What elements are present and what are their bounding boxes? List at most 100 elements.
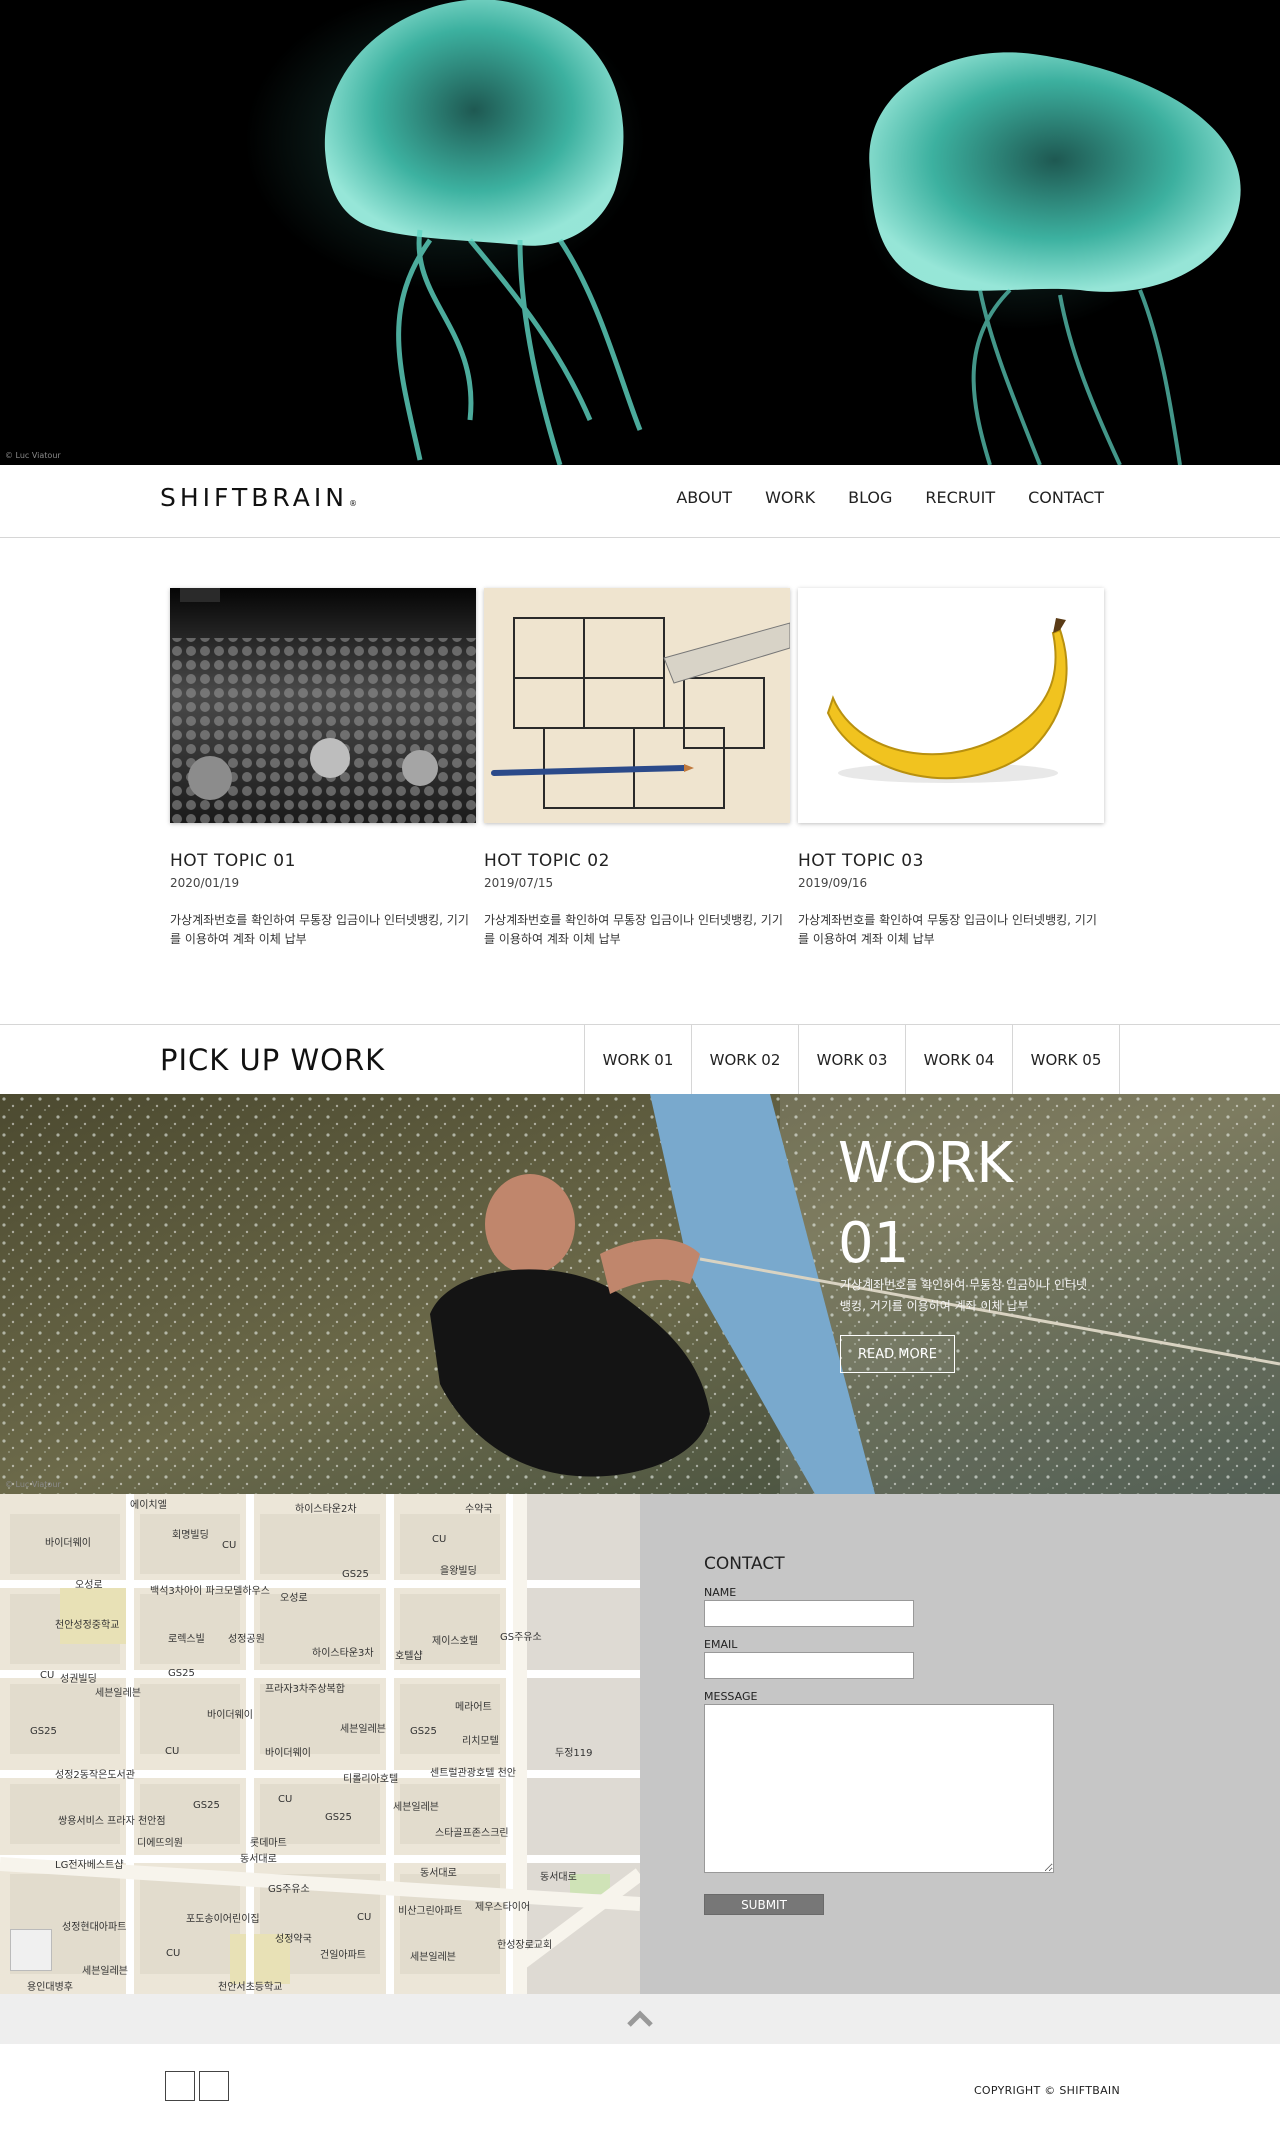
topic-card-1[interactable]: HOT TOPIC 01 2020/01/19 가상계좌번호를 확인하여 무통장… bbox=[170, 588, 476, 949]
tab-work-01[interactable]: WORK 01 bbox=[585, 1025, 692, 1095]
topic-text: 가상계좌번호를 확인하여 무통장 입금이나 인터넷뱅킹, 기기를 이용하여 계좌… bbox=[170, 913, 469, 946]
nav-blog[interactable]: BLOG bbox=[848, 488, 892, 507]
read-more-button[interactable]: READ MORE bbox=[840, 1335, 955, 1373]
jellyfish-image bbox=[0, 0, 1280, 465]
map-label: LG전자베스트샵 bbox=[55, 1860, 124, 1871]
topic-title[interactable]: HOT TOPIC 02 bbox=[484, 851, 790, 871]
map-label: 수약국 bbox=[465, 1504, 493, 1515]
contact-title: CONTACT bbox=[704, 1554, 785, 1574]
social-icon-2[interactable] bbox=[199, 2071, 229, 2101]
map-label: 바이더웨이 bbox=[45, 1538, 91, 1549]
name-input[interactable] bbox=[704, 1600, 914, 1627]
map-label: 성정2동작은도서관 bbox=[55, 1770, 135, 1781]
name-label: NAME bbox=[704, 1586, 737, 1599]
map-label: 롯데마트 bbox=[250, 1838, 287, 1849]
topic-image-crowd[interactable] bbox=[170, 588, 476, 823]
topic-text: 가상계좌번호를 확인하여 무통장 입금이나 인터넷뱅킹, 기기를 이용하여 계좌… bbox=[798, 913, 1097, 946]
site-header: SHIFTBRAIN® ABOUT WORK BLOG RECRUIT CONT… bbox=[0, 465, 1280, 538]
logo-text: SHIFTBRAIN bbox=[160, 483, 348, 512]
map-label: 세븐일레븐 bbox=[340, 1724, 386, 1735]
email-input[interactable] bbox=[704, 1652, 914, 1679]
map-label: 쌍용서비스 프라자 천안점 bbox=[58, 1816, 166, 1827]
map-label: CU bbox=[40, 1670, 55, 1681]
map-label: 호텔샵 bbox=[395, 1651, 423, 1662]
site-footer: COPYRIGHT © SHIFTBAIN bbox=[0, 2044, 1280, 2145]
work-title: WORK 01 bbox=[838, 1124, 1098, 1284]
topic-card-2[interactable]: HOT TOPIC 02 2019/07/15 가상계좌번호를 확인하여 무통장… bbox=[484, 588, 790, 949]
map-label: 제이스호텔 bbox=[432, 1636, 478, 1647]
map-label: 리치모텔 bbox=[462, 1736, 499, 1747]
map-label: 디에뜨의원 bbox=[137, 1838, 183, 1849]
logo-mark: ® bbox=[348, 499, 357, 508]
map-label: CU bbox=[165, 1746, 180, 1757]
map-label: 성정약국 bbox=[275, 1934, 312, 1945]
topic-image-blueprint[interactable] bbox=[484, 588, 790, 823]
map-label: 회명빌딩 bbox=[172, 1530, 209, 1541]
topic-date: 2020/01/19 bbox=[170, 876, 240, 890]
submit-button[interactable]: SUBMIT bbox=[704, 1894, 824, 1915]
map-label: 세븐일레븐 bbox=[95, 1688, 141, 1699]
map-label: 오성로 bbox=[280, 1593, 308, 1604]
nav-recruit[interactable]: RECRUIT bbox=[925, 488, 995, 507]
tab-work-02[interactable]: WORK 02 bbox=[692, 1025, 799, 1095]
photo-credit: © Luc Viatour bbox=[5, 1480, 61, 1489]
work-description: 가상계좌번호를 확인하여 무통장 입금이나 인터넷뱅킹, 기기를 이용하여 계좌… bbox=[840, 1278, 1088, 1313]
map-label: 비산그린아파트 bbox=[398, 1906, 463, 1917]
map-label: CU bbox=[166, 1948, 181, 1959]
map-label: GS주유소 bbox=[268, 1884, 310, 1895]
map-label: 을왕빌딩 bbox=[440, 1566, 477, 1577]
nav-work[interactable]: WORK bbox=[765, 488, 815, 507]
back-to-top-button[interactable] bbox=[0, 1994, 1280, 2044]
topic-image-banana[interactable] bbox=[798, 588, 1104, 823]
location-map[interactable]: 에이치엘 하이스타운2차 수약국 바이더웨이 회명빌딩 CU CU 오성로 백석… bbox=[0, 1494, 640, 1994]
copyright: COPYRIGHT © SHIFTBAIN bbox=[973, 2084, 1120, 2097]
map-label: 용인대병후 bbox=[27, 1982, 73, 1993]
work-tabs: WORK 01 WORK 02 WORK 03 WORK 04 WORK 05 bbox=[584, 1025, 1120, 1095]
map-label: CU bbox=[357, 1912, 372, 1923]
map-label: GS25 bbox=[410, 1726, 437, 1737]
work-title-line-1: WORK bbox=[838, 1131, 1014, 1196]
map-label: GS25 bbox=[342, 1569, 369, 1580]
main-nav: ABOUT WORK BLOG RECRUIT CONTACT bbox=[676, 488, 1104, 507]
contact-form: CONTACT NAME EMAIL MESSAGE SUBMIT bbox=[640, 1494, 1280, 1994]
topic-title[interactable]: HOT TOPIC 01 bbox=[170, 851, 476, 871]
hero-banner: © Luc Viatour bbox=[0, 0, 1280, 465]
map-label: 바이더웨이 bbox=[207, 1710, 253, 1721]
logo[interactable]: SHIFTBRAIN® bbox=[160, 483, 357, 512]
map-label: GS25 bbox=[193, 1800, 220, 1811]
map-label: 프라자3차주상복합 bbox=[265, 1684, 345, 1695]
map-label: 하이스타운2차 bbox=[295, 1504, 357, 1515]
chevron-up-icon bbox=[627, 2010, 653, 2027]
topic-title[interactable]: HOT TOPIC 03 bbox=[798, 851, 1104, 871]
message-textarea[interactable] bbox=[704, 1704, 1054, 1873]
map-label: 티롤리아호텔 bbox=[343, 1774, 399, 1785]
map-label: 동서대로 bbox=[420, 1868, 457, 1879]
email-label: EMAIL bbox=[704, 1638, 738, 1651]
map-label: 건일아파트 bbox=[320, 1950, 366, 1961]
map-label: 바이더웨이 bbox=[265, 1748, 311, 1759]
map-label: 하이스타운3차 bbox=[312, 1648, 374, 1659]
nav-about[interactable]: ABOUT bbox=[676, 488, 732, 507]
map-label: 성정공원 bbox=[228, 1634, 265, 1645]
map-label: 동서대로 bbox=[540, 1872, 577, 1883]
map-control-button[interactable] bbox=[10, 1929, 52, 1971]
tab-work-03[interactable]: WORK 03 bbox=[799, 1025, 906, 1095]
map-label: GS주유소 bbox=[500, 1632, 542, 1643]
map-label: 로렉스빌 bbox=[168, 1634, 205, 1645]
map-label: 한성장로교회 bbox=[497, 1940, 553, 1951]
tab-work-05[interactable]: WORK 05 bbox=[1013, 1025, 1120, 1095]
topic-card-3[interactable]: HOT TOPIC 03 2019/09/16 가상계좌번호를 확인하여 무통장… bbox=[798, 588, 1104, 949]
map-label: 성권빌딩 bbox=[60, 1674, 97, 1685]
topic-text: 가상계좌번호를 확인하여 무통장 입금이나 인터넷뱅킹, 기기를 이용하여 계좌… bbox=[484, 913, 783, 946]
map-label: 제우스타이어 bbox=[475, 1902, 531, 1913]
map-label: 메라어트 bbox=[455, 1702, 492, 1713]
tab-work-04[interactable]: WORK 04 bbox=[906, 1025, 1013, 1095]
map-label: 백석3차아이 파크모델하우스 bbox=[150, 1586, 270, 1597]
work-title-line-2: 01 bbox=[838, 1211, 910, 1276]
nav-contact[interactable]: CONTACT bbox=[1028, 488, 1104, 507]
map-label: 천안서초등학교 bbox=[218, 1982, 283, 1993]
map-label: CU bbox=[222, 1540, 237, 1551]
map-label: 센트럴관광호텔 천안 bbox=[430, 1768, 516, 1779]
social-icon-1[interactable] bbox=[165, 2071, 195, 2101]
map-label: GS25 bbox=[168, 1668, 195, 1679]
